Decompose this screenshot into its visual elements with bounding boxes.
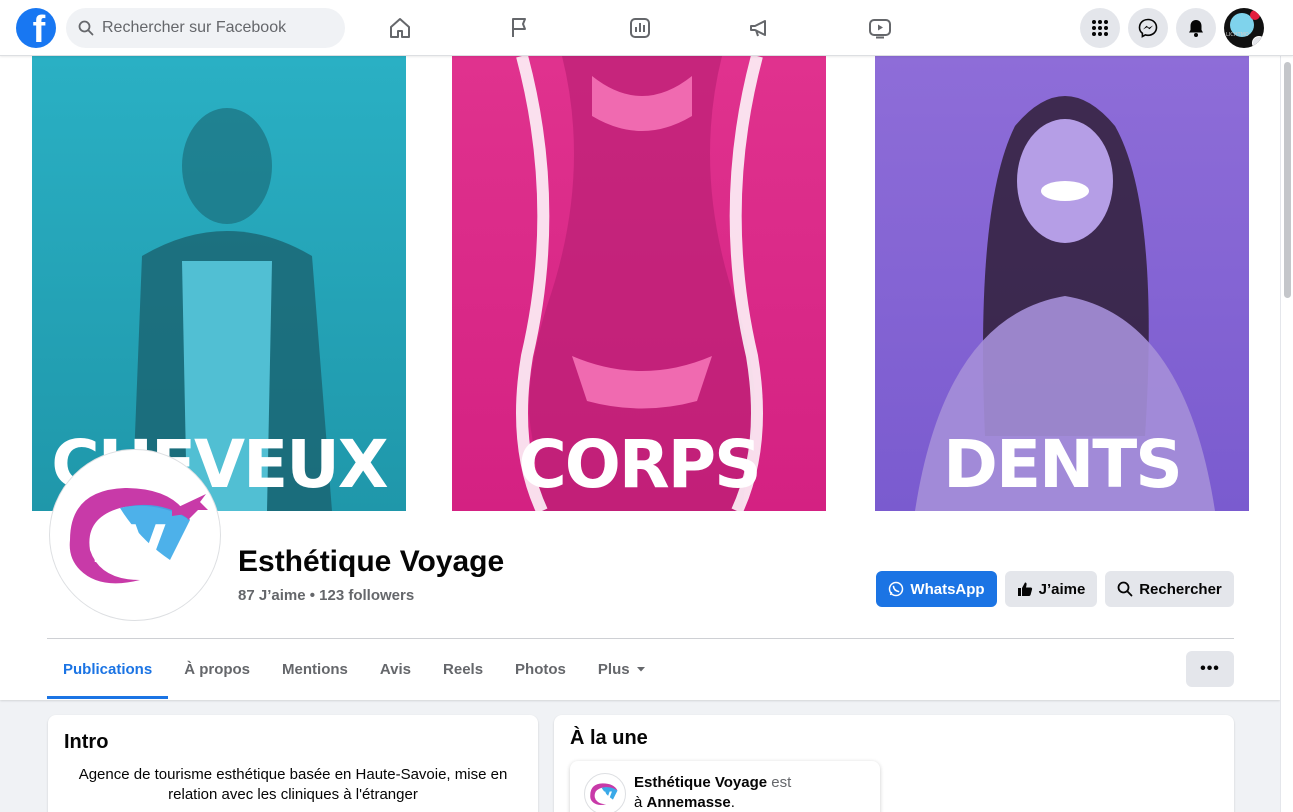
page-tabs: Publications À propos Mentions Avis Reel… bbox=[47, 639, 662, 699]
location-link[interactable]: Annemasse bbox=[647, 794, 731, 811]
ads-megaphone-icon[interactable] bbox=[746, 12, 774, 44]
more-options-button[interactable]: ••• bbox=[1186, 651, 1234, 687]
scrollbar[interactable] bbox=[1280, 56, 1293, 812]
video-icon[interactable] bbox=[866, 12, 894, 44]
cover-word: CORPS bbox=[518, 426, 761, 503]
page-title: Esthétique Voyage bbox=[238, 545, 505, 578]
featured-post[interactable]: EV Esthétique Voyage est à Annemasse. bbox=[570, 761, 880, 812]
cover-photo[interactable]: CHEVEUX CORPS DENTS bbox=[32, 56, 1250, 511]
intro-text: Agence de tourisme esthétique basée en H… bbox=[78, 766, 508, 803]
search-box[interactable] bbox=[66, 8, 345, 48]
post-header: Esthétique Voyage est bbox=[634, 774, 792, 791]
search-input[interactable] bbox=[102, 19, 332, 37]
messenger-icon[interactable] bbox=[1128, 8, 1168, 48]
caret-down-icon bbox=[636, 667, 645, 672]
menu-grid-icon[interactable] bbox=[1080, 8, 1120, 48]
search-icon bbox=[78, 20, 94, 36]
tab-publications[interactable]: Publications bbox=[47, 639, 169, 699]
whatsapp-button[interactable]: WhatsApp bbox=[876, 571, 997, 607]
featured-card: À la une EV Esthétique Voyage est à Anne… bbox=[554, 715, 1234, 812]
tab-photos[interactable]: Photos bbox=[499, 639, 582, 699]
tab-reels[interactable]: Reels bbox=[427, 639, 499, 699]
pages-flag-icon[interactable] bbox=[506, 12, 534, 44]
top-navigation-bar: f LICHTMO ⌄ bbox=[0, 0, 1293, 56]
post-location: à Annemasse. bbox=[634, 794, 735, 811]
account-avatar[interactable]: LICHTMO ⌄ bbox=[1224, 8, 1264, 48]
intro-card: Intro Agence de tourisme esthétique basé… bbox=[48, 715, 538, 812]
page-header: CHEVEUX CORPS DENTS EV Esthétique Voyage… bbox=[0, 56, 1280, 700]
featured-title: À la une bbox=[570, 727, 648, 749]
svg-text:EV: EV bbox=[595, 789, 613, 803]
scrollbar-thumb[interactable] bbox=[1284, 62, 1291, 298]
cover-panel-teeth: DENTS bbox=[875, 56, 1249, 511]
page-profile-picture[interactable]: EV bbox=[50, 450, 220, 620]
home-icon[interactable] bbox=[386, 12, 414, 44]
tab-more[interactable]: Plus bbox=[582, 639, 662, 699]
search-icon bbox=[1117, 581, 1133, 597]
esthetique-voyage-logo: EV bbox=[590, 783, 618, 805]
tab-reviews[interactable]: Avis bbox=[364, 639, 427, 699]
whatsapp-icon bbox=[889, 581, 904, 597]
facebook-logo[interactable]: f bbox=[16, 8, 56, 48]
notifications-bell-icon[interactable] bbox=[1176, 8, 1216, 48]
chevron-down-icon[interactable]: ⌄ bbox=[1252, 36, 1264, 48]
esthetique-voyage-logo: EV bbox=[69, 488, 208, 584]
post-author[interactable]: Esthétique Voyage bbox=[634, 774, 767, 791]
post-avatar[interactable]: EV bbox=[584, 773, 626, 812]
tab-about[interactable]: À propos bbox=[168, 639, 266, 699]
tab-mentions[interactable]: Mentions bbox=[266, 639, 364, 699]
svg-text:EV: EV bbox=[90, 515, 166, 575]
cover-panel-hair: CHEVEUX bbox=[32, 56, 406, 511]
page-search-button[interactable]: Rechercher bbox=[1105, 571, 1234, 607]
cover-word: DENTS bbox=[943, 426, 1183, 503]
page-stats[interactable]: 87 J’aime • 123 followers bbox=[238, 587, 414, 604]
notification-dot bbox=[1250, 10, 1260, 20]
like-button[interactable]: J’aime bbox=[1005, 571, 1097, 607]
cover-panel-body: CORPS bbox=[452, 56, 826, 511]
insights-chart-icon[interactable] bbox=[626, 12, 654, 44]
thumbs-up-icon bbox=[1017, 582, 1032, 596]
intro-title: Intro bbox=[64, 731, 109, 753]
